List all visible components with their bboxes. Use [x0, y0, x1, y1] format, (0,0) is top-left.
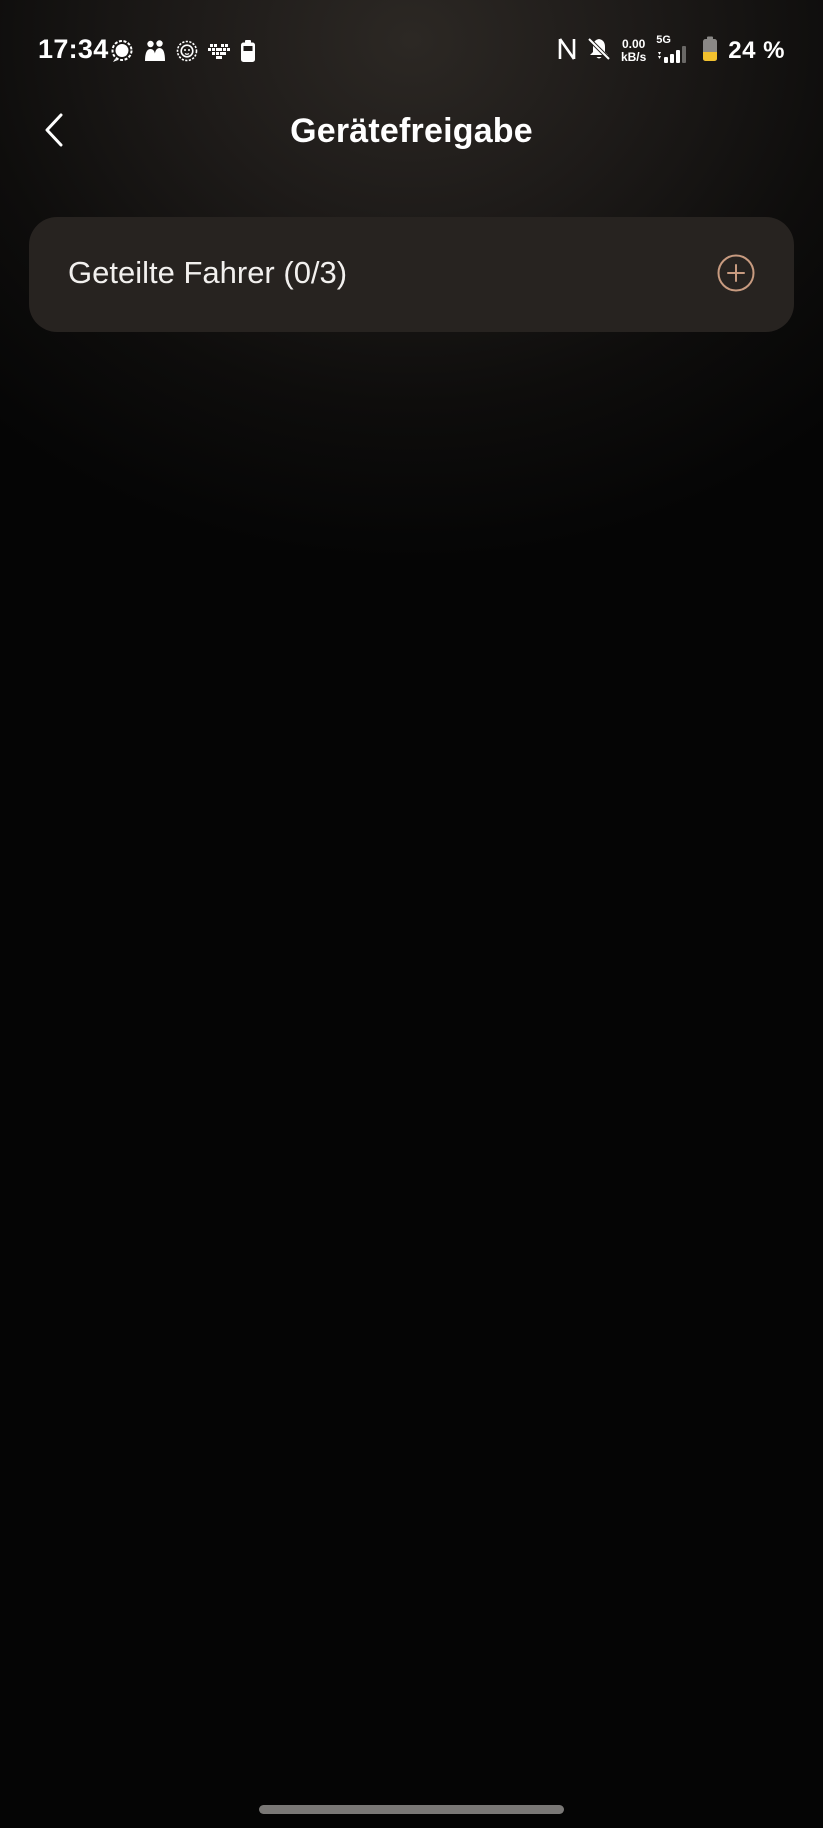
network-speed-unit: kB/s	[620, 50, 647, 64]
screen: 17:34 0.00 kB/s 5G 24 % Gerätefreigabe G…	[0, 0, 823, 1828]
pixel-heart-icon	[208, 41, 230, 61]
bell-muted-icon	[587, 37, 611, 66]
chat-bubble-icon	[110, 39, 134, 63]
battery-icon	[702, 36, 718, 67]
battery-percent: 24 %	[728, 37, 785, 64]
status-right-group: 0.00 kB/s 5G 24 %	[557, 34, 785, 68]
shared-drivers-label: Geteilte Fahrer (0/3)	[68, 255, 348, 290]
network-speed: 0.00 kB/s	[621, 38, 646, 64]
lion-app-icon	[176, 39, 198, 63]
plus-circle-icon	[716, 253, 756, 298]
family-icon	[144, 39, 166, 63]
add-driver-button[interactable]	[716, 253, 756, 298]
app-bar: Gerätefreigabe	[0, 104, 823, 160]
signal-icon: 5G	[656, 34, 692, 66]
page-title: Gerätefreigabe	[290, 112, 533, 150]
home-indicator[interactable]	[259, 1805, 564, 1814]
status-time: 17:34	[38, 34, 109, 64]
battery-saver-icon	[240, 39, 256, 63]
status-bar: 17:34 0.00 kB/s 5G 24 %	[0, 0, 823, 104]
notification-icons	[110, 36, 256, 66]
nfc-icon	[557, 37, 577, 66]
shared-drivers-card[interactable]: Geteilte Fahrer (0/3)	[29, 217, 794, 332]
